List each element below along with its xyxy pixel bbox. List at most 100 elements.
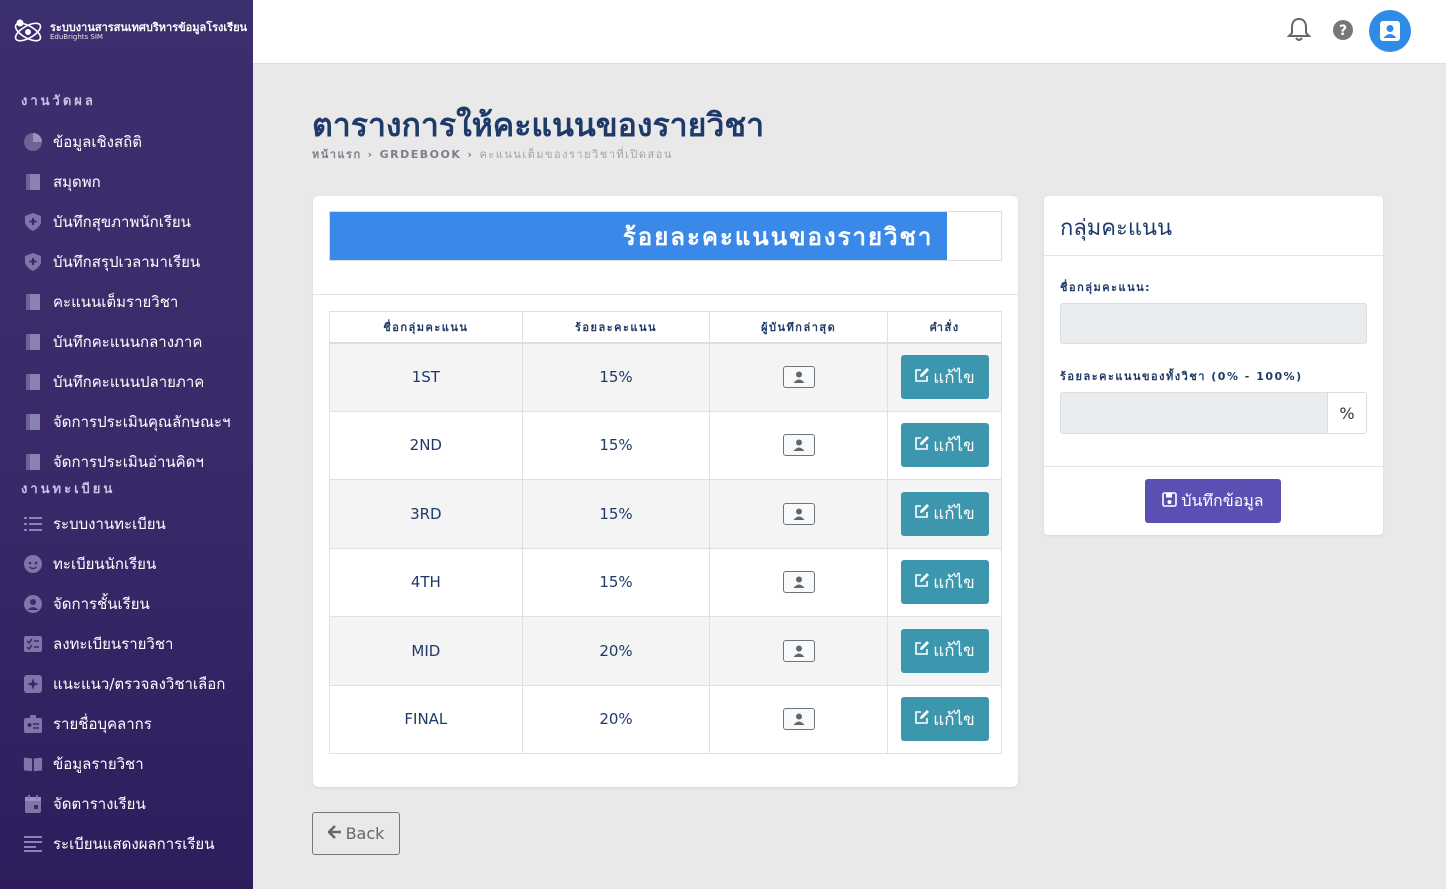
sidebar-item[interactable]: รายชื่อบุคลากร: [0, 704, 253, 744]
sidebar-item[interactable]: จัดการประเมินคุณลักษณะฯ: [0, 402, 253, 442]
score-table-card: ร้อยละคะแนนของรายวิชา ชื่อกลุ่มคะแนน ร้อ…: [313, 196, 1018, 787]
divider: [1044, 255, 1383, 256]
edit-button[interactable]: แก้ไข: [900, 560, 989, 605]
edit-button[interactable]: แก้ไข: [900, 697, 989, 742]
sidebar-item[interactable]: บันทึกสุขภาพนักเรียน: [0, 202, 253, 242]
edit-button[interactable]: แก้ไข: [900, 628, 989, 673]
action-cell: แก้ไข: [887, 616, 1002, 686]
edit-icon: [914, 640, 930, 661]
sidebar-item[interactable]: สมุดพก: [0, 162, 253, 202]
sidebar-item[interactable]: บันทึกสรุปเวลามาเรียน: [0, 242, 253, 282]
edit-button[interactable]: แก้ไข: [900, 491, 989, 536]
open-book-icon: [23, 754, 43, 774]
book-icon: [23, 332, 43, 352]
progress-label: ร้อยละคะแนนของรายวิชา: [622, 222, 934, 251]
edit-label: แก้ไข: [933, 641, 975, 662]
sidebar-item-label: บันทึกคะแนนปลายภาค: [53, 373, 205, 391]
edit-label: แก้ไข: [933, 572, 975, 593]
calendar-icon: [23, 794, 43, 814]
score-percent: 20%: [521, 616, 711, 686]
lines-icon: [23, 834, 43, 854]
score-group-table: ชื่อกลุ่มคะแนน ร้อยละคะแนน ผู้บันทึกล่าส…: [329, 311, 1002, 754]
col-header-percent: ร้อยละคะแนน: [521, 311, 711, 344]
last-recorder-cell: [709, 479, 889, 549]
face-icon: [23, 554, 43, 574]
brand[interactable]: ระบบงานสารสนเทศบริหารข้อมูลโรงเรียน EduB…: [0, 0, 253, 64]
sidebar-item[interactable]: ลงทะเบียนรายวิชา: [0, 624, 253, 664]
sidebar-item-label: จัดการชั้นเรียน: [53, 595, 150, 613]
edit-icon: [914, 503, 930, 524]
list-icon: [23, 514, 43, 534]
page-title: ตารางการให้คะแนนของรายวิชา: [312, 106, 765, 144]
sidebar-item[interactable]: ทะเบียนนักเรียน: [0, 544, 253, 584]
edit-label: แก้ไข: [933, 709, 975, 730]
help-icon[interactable]: ?: [1329, 16, 1357, 44]
sidebar-item[interactable]: จัดการประเมินอ่านคิดฯ: [0, 442, 253, 482]
sidebar-item[interactable]: ข้อมูลรายวิชา: [0, 744, 253, 784]
sparkle-icon: [23, 674, 43, 694]
sidebar-item-label: จัดการประเมินคุณลักษณะฯ: [53, 413, 231, 431]
progress-track: ร้อยละคะแนนของรายวิชา: [329, 211, 1002, 261]
sidebar-item[interactable]: จัดตารางเรียน: [0, 784, 253, 824]
percent-input[interactable]: [1060, 392, 1327, 434]
sidebar-item[interactable]: บันทึกคะแนนกลางภาค: [0, 322, 253, 362]
checklist-icon: [23, 634, 43, 654]
bell-icon[interactable]: [1285, 16, 1313, 44]
action-cell: แก้ไข: [887, 342, 1002, 412]
svg-text:?: ?: [1339, 23, 1347, 39]
last-recorder-cell: [709, 547, 889, 617]
book-icon: [23, 372, 43, 392]
edit-button[interactable]: แก้ไข: [900, 423, 989, 468]
person-circle-icon: [23, 594, 43, 614]
save-icon: [1162, 491, 1178, 511]
sidebar-section-heading: งานทะเบียน: [21, 482, 116, 497]
score-group-name: 3RD: [329, 479, 523, 549]
user-icon[interactable]: [782, 708, 815, 731]
sidebar-item-label: ลงทะเบียนรายวิชา: [53, 635, 174, 653]
sidebar-nav: งานวัดผล ข้อมูลเชิงสถิติ สมุดพก บันทึกสุขภา…: [0, 64, 253, 864]
user-icon[interactable]: [782, 571, 815, 594]
book-icon: [23, 452, 43, 472]
back-label: Back: [345, 824, 385, 843]
back-button[interactable]: Back: [312, 812, 400, 855]
user-icon[interactable]: [782, 639, 815, 662]
progress-bar: ร้อยละคะแนนของรายวิชา: [330, 212, 948, 260]
sidebar-item[interactable]: แนะแนว/ตรวจลงวิชาเลือก: [0, 664, 253, 704]
score-group-name: 4TH: [329, 547, 523, 617]
breadcrumb-home[interactable]: หน้าแรก: [312, 145, 362, 163]
edit-label: แก้ไข: [933, 504, 975, 525]
user-avatar-icon[interactable]: [1369, 10, 1411, 52]
score-group-name-input[interactable]: [1060, 303, 1367, 344]
sidebar-item[interactable]: ข้อมูลเชิงสถิติ: [0, 122, 253, 162]
sidebar-item[interactable]: จัดการชั้นเรียน: [0, 584, 253, 624]
breadcrumb-gradebook[interactable]: GRDEBOOK: [380, 148, 462, 161]
user-icon[interactable]: [782, 502, 815, 525]
score-group-name: 1ST: [329, 342, 523, 412]
score-group-form-card: กลุ่มคะแนน ชื่อกลุ่มคะแนน: ร้อยละคะแนนขอ…: [1044, 196, 1383, 535]
name-field-label: ชื่อกลุ่มคะแนน:: [1060, 281, 1152, 294]
action-cell: แก้ไข: [887, 684, 1002, 754]
percent-input-group: %: [1060, 392, 1367, 434]
book-icon: [23, 412, 43, 432]
col-header-recorder: ผู้บันทึกล่าสุด: [709, 311, 889, 344]
chevron-right-icon: ›: [467, 147, 474, 161]
user-icon[interactable]: [782, 434, 815, 457]
sidebar-item[interactable]: คะแนนเต็มรายวิชา: [0, 282, 253, 322]
atom-logo-icon: [12, 16, 44, 48]
arrow-left-icon: [326, 824, 342, 843]
sidebar-item[interactable]: ระบบงานทะเบียน: [0, 504, 253, 544]
score-percent: 15%: [521, 410, 711, 480]
table-row: FINAL 20% แก้ไข: [329, 684, 1002, 754]
edit-button[interactable]: แก้ไข: [900, 355, 989, 399]
save-button[interactable]: บันทึกข้อมูล: [1145, 479, 1281, 523]
sidebar-item[interactable]: ระเบียนแสดงผลการเรียน: [0, 824, 253, 864]
sidebar-item[interactable]: บันทึกคะแนนปลายภาค: [0, 362, 253, 402]
book-icon: [23, 292, 43, 312]
book-icon: [23, 172, 43, 192]
sidebar-item-label: ระเบียนแสดงผลการเรียน: [53, 835, 215, 853]
table-row: MID 20% แก้ไข: [329, 616, 1002, 686]
action-cell: แก้ไข: [887, 479, 1002, 549]
sidebar-item-label: บันทึกสรุปเวลามาเรียน: [53, 253, 201, 271]
badge-icon: [23, 714, 43, 734]
user-icon[interactable]: [782, 366, 815, 388]
